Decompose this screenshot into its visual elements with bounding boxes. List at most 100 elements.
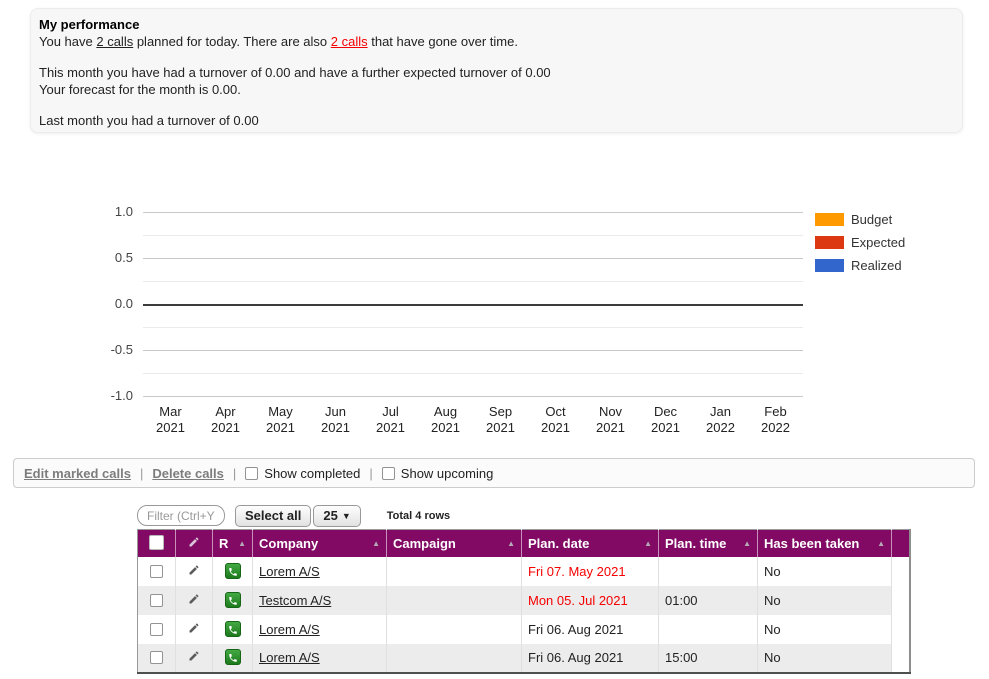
calls-table-section: Select all 25▼ Total 4 rows R▲Company▲Ca… [137,502,909,674]
sort-asc-icon[interactable]: ▲ [238,539,246,548]
company-link[interactable]: Testcom A/S [259,593,331,608]
x-axis-label: Sep2021 [473,404,528,436]
gridline [143,373,803,374]
sort-asc-icon[interactable]: ▲ [644,539,652,548]
x-label-year: 2021 [198,420,253,436]
column-header-plan-date[interactable]: Plan. date▲ [522,530,659,557]
table-row: Testcom A/SMon 05. Jul 202101:00No [138,586,910,615]
phone-icon[interactable] [225,563,241,579]
show-upcoming-label: Show upcoming [401,466,494,481]
has-been-taken-cell: No [758,557,892,586]
summary-text: that have gone over time. [368,34,518,49]
column-header-has-been-taken[interactable]: Has been taken▲ [758,530,892,557]
company-link[interactable]: Lorem A/S [259,564,320,579]
x-label-year: 2022 [693,420,748,436]
show-completed-checkbox[interactable] [245,467,258,480]
column-header-plan-time[interactable]: Plan. time▲ [659,530,758,557]
y-axis-label: 0.5 [115,250,133,265]
chart-x-axis: Mar2021Apr2021May2021Jun2021Jul2021Aug20… [143,404,803,436]
x-label-month: Apr [198,404,253,420]
row-checkbox[interactable] [150,594,163,607]
summary-text: planned for today. There are also [133,34,331,49]
x-axis-label: Oct2021 [528,404,583,436]
performance-chart: 1.00.50.0-0.5-1.0 Mar2021Apr2021May2021J… [0,190,989,445]
column-header-company[interactable]: Company▲ [253,530,387,557]
delete-calls-link[interactable]: Delete calls [152,466,224,481]
edit-marked-calls-link[interactable]: Edit marked calls [24,466,131,481]
table-row: Lorem A/SFri 06. Aug 202115:00No [138,644,910,673]
month-turnover-text: This month you have had a turnover of 0.… [39,64,950,98]
sort-asc-icon[interactable]: ▲ [507,539,515,548]
plan-time-cell [659,557,758,586]
page-size-select[interactable]: 25▼ [313,505,360,527]
x-label-month: Feb [748,404,803,420]
select-all-rows-checkbox[interactable] [149,535,164,550]
phone-icon[interactable] [225,649,241,665]
row-result-cell [213,586,253,615]
x-axis-label: Mar2021 [143,404,198,436]
legend-swatch [815,236,844,249]
x-label-year: 2021 [308,420,363,436]
row-result-cell [213,557,253,586]
x-label-month: May [253,404,308,420]
x-label-month: Aug [418,404,473,420]
company-cell: Testcom A/S [253,586,387,615]
company-cell: Lorem A/S [253,615,387,644]
company-cell: Lorem A/S [253,557,387,586]
planned-calls-link[interactable]: 2 calls [96,34,133,49]
company-link[interactable]: Lorem A/S [259,622,320,637]
x-label-year: 2021 [143,420,198,436]
show-completed-label: Show completed [264,466,360,481]
separator: | [140,466,143,481]
gridline [143,327,803,328]
sort-asc-icon[interactable]: ▲ [372,539,380,548]
separator: | [369,466,372,481]
row-checkbox[interactable] [150,565,163,578]
pencil-icon[interactable] [188,593,200,605]
phone-icon[interactable] [225,592,241,608]
row-select-cell [138,557,176,586]
row-edit-cell [176,586,213,615]
x-axis-label: Feb2022 [748,404,803,436]
row-checkbox[interactable] [150,651,163,664]
pencil-icon[interactable] [188,622,200,634]
show-upcoming-checkbox[interactable] [382,467,395,480]
y-axis-label: 0.0 [115,296,133,311]
header-cell-content: Company▲ [259,536,380,551]
legend-swatch [815,259,844,272]
header-cell-content: Has been taken▲ [764,536,885,551]
performance-panel: My performance You have 2 calls planned … [30,8,963,133]
x-axis-label: Jan2022 [693,404,748,436]
pencil-icon[interactable] [188,564,200,576]
x-label-year: 2021 [528,420,583,436]
row-edit-cell [176,644,213,673]
row-edit-cell [176,615,213,644]
column-label: R [219,536,228,551]
chart-plot-area [143,212,803,396]
x-axis-label: Jul2021 [363,404,418,436]
company-link[interactable]: Lorem A/S [259,650,320,665]
column-header-campaign[interactable]: Campaign ▲ [387,530,522,557]
overdue-calls-link[interactable]: 2 calls [331,34,368,49]
header-spacer-cell [892,530,910,557]
row-checkbox[interactable] [150,623,163,636]
select-all-button[interactable]: Select all [235,505,311,527]
column-label: Campaign [393,536,456,551]
sort-asc-icon[interactable]: ▲ [743,539,751,548]
sort-asc-icon[interactable]: ▲ [877,539,885,548]
x-label-month: Mar [143,404,198,420]
chart-legend: BudgetExpectedRealized [815,212,905,281]
x-label-year: 2021 [363,420,418,436]
column-header-r[interactable]: R▲ [213,530,253,557]
filter-input[interactable] [137,505,225,526]
x-label-year: 2021 [638,420,693,436]
table-row: Lorem A/SFri 07. May 2021No [138,557,910,586]
separator: | [233,466,236,481]
row-spacer-cell [892,557,910,586]
x-label-month: Jan [693,404,748,420]
gridline [143,235,803,236]
panel-title: My performance [39,16,950,33]
pencil-icon[interactable] [188,650,200,662]
phone-icon[interactable] [225,621,241,637]
table-body: Lorem A/SFri 07. May 2021NoTestcom A/SMo… [138,557,910,673]
